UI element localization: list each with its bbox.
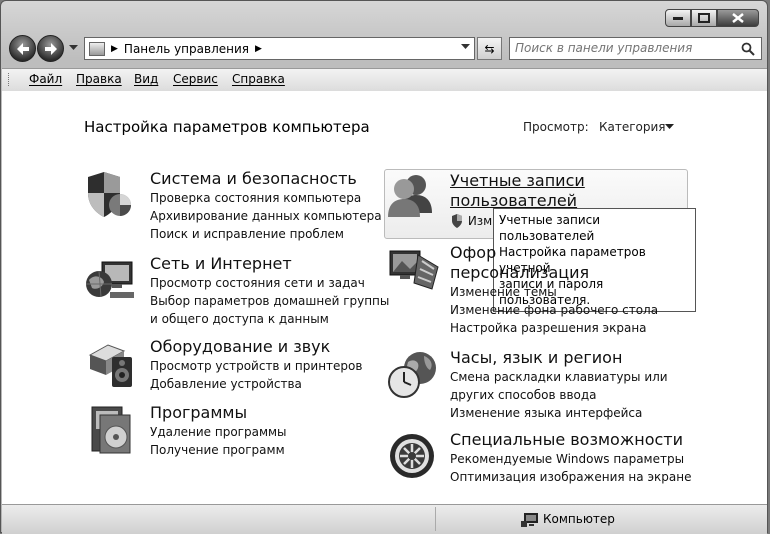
tooltip-line: Учетные записи пользователей [499,213,601,243]
maximize-icon [698,13,710,23]
search-box[interactable] [509,37,762,60]
breadcrumb-control-panel[interactable]: Панель управления [124,42,249,56]
forward-button[interactable] [37,35,64,62]
menu-tools[interactable]: Сервис [173,72,218,86]
category-clock-title[interactable]: Часы, язык и регион [450,348,668,368]
link-backup[interactable]: Архивирование данных компьютера [150,207,382,225]
category-appearance-title[interactable]: Офор [450,243,658,263]
link-display-language[interactable]: Изменение языка интерфейса [450,404,668,422]
uac-shield-icon [452,214,462,228]
category-programs-title[interactable]: Программы [150,403,287,423]
link-change-background[interactable]: Изменение фона рабочего стола [450,301,658,319]
link-change-account-label[interactable]: Изм [468,214,492,228]
back-arrow-icon [16,42,29,55]
refresh-button[interactable]: ⇆ [477,37,502,60]
back-button[interactable] [9,35,36,62]
refresh-icon: ⇆ [484,41,495,56]
navigation-bar: ▶ Панель управления ▶ ⇆ [9,35,762,63]
link-input-methods[interactable]: других способов ввода [450,386,668,404]
category-appearance-title-line2[interactable]: персонализация [450,263,658,283]
content-area: Настройка параметров компьютера Просмотр… [2,91,767,504]
link-optimize-display[interactable]: Оптимизация изображения на экране [450,468,691,486]
view-by-chevron-down-icon[interactable] [665,124,674,130]
link-uninstall[interactable]: Удаление программы [150,423,287,441]
ease-of-access-icon [390,434,434,478]
menu-help[interactable]: Справка [232,72,285,86]
link-keyboard-layout[interactable]: Смена раскладки клавиатуры или [450,368,668,386]
computer-icon [521,513,538,527]
search-input[interactable] [515,41,735,55]
link-troubleshoot[interactable]: Поиск и исправление проблем [150,225,382,243]
recent-pages-chevron-icon[interactable] [69,45,78,51]
breadcrumb-separator-icon[interactable]: ▶ [255,44,262,54]
link-network-status[interactable]: Просмотр состояния сети и задач [150,274,389,292]
menu-bar: Файл Правка Вид Сервис Справка [2,68,767,92]
users-icon [388,175,432,217]
page-title: Настройка параметров компьютера [84,118,370,136]
clock-globe-icon [388,352,436,398]
minimize-icon [673,17,683,20]
link-change-theme[interactable]: Изменение темы [450,283,658,301]
globe-network-icon [86,261,134,298]
link-recommended-settings[interactable]: Рекомендуемые Windows параметры [450,450,691,468]
minimize-button[interactable] [665,9,691,27]
address-bar[interactable]: ▶ Панель управления ▶ [84,37,475,60]
control-panel-window: ▶ Панель управления ▶ ⇆ Файл Правка Вид … [0,0,768,534]
maximize-button[interactable] [691,9,717,27]
menu-grip [8,73,11,86]
category-network-title[interactable]: Сеть и Интернет [150,254,389,274]
control-panel-icon [89,41,105,56]
link-devices-printers[interactable]: Просмотр устройств и принтеров [150,357,362,375]
shield-icon [88,172,131,217]
menu-view[interactable]: Вид [134,72,158,86]
search-icon[interactable] [741,42,755,56]
menu-file[interactable]: Файл [29,72,62,86]
caption-buttons [665,9,759,27]
category-security-title[interactable]: Система и безопасность [150,169,382,189]
link-add-device[interactable]: Добавление устройства [150,375,362,393]
close-button[interactable] [717,9,759,27]
view-by-label: Просмотр: [523,120,589,134]
programs-box-icon [91,406,131,454]
view-by-dropdown[interactable]: Категория [599,120,666,134]
printer-speaker-icon [88,344,132,387]
link-screen-resolution[interactable]: Настройка разрешения экрана [450,319,658,337]
category-ease-title[interactable]: Специальные возможности [450,430,691,450]
link-homegroup-cont[interactable]: и общего доступа к данным [150,310,389,328]
appearance-monitor-icon [389,250,439,290]
link-check-status[interactable]: Проверка состояния компьютера [150,189,382,207]
status-location: Компьютер [543,512,615,526]
close-icon [732,13,744,23]
link-get-programs[interactable]: Получение программ [150,441,287,459]
forward-arrow-icon [44,42,57,55]
link-homegroup[interactable]: Выбор параметров домашней группы [150,292,389,310]
menu-edit[interactable]: Правка [76,72,122,86]
status-divider [435,507,436,531]
status-bar: Компьютер [2,504,767,534]
category-hardware-title[interactable]: Оборудование и звук [150,337,362,357]
category-users-title[interactable]: Учетные записи [450,171,585,191]
address-dropdown-icon[interactable] [461,44,470,50]
breadcrumb-separator-icon[interactable]: ▶ [111,44,118,54]
